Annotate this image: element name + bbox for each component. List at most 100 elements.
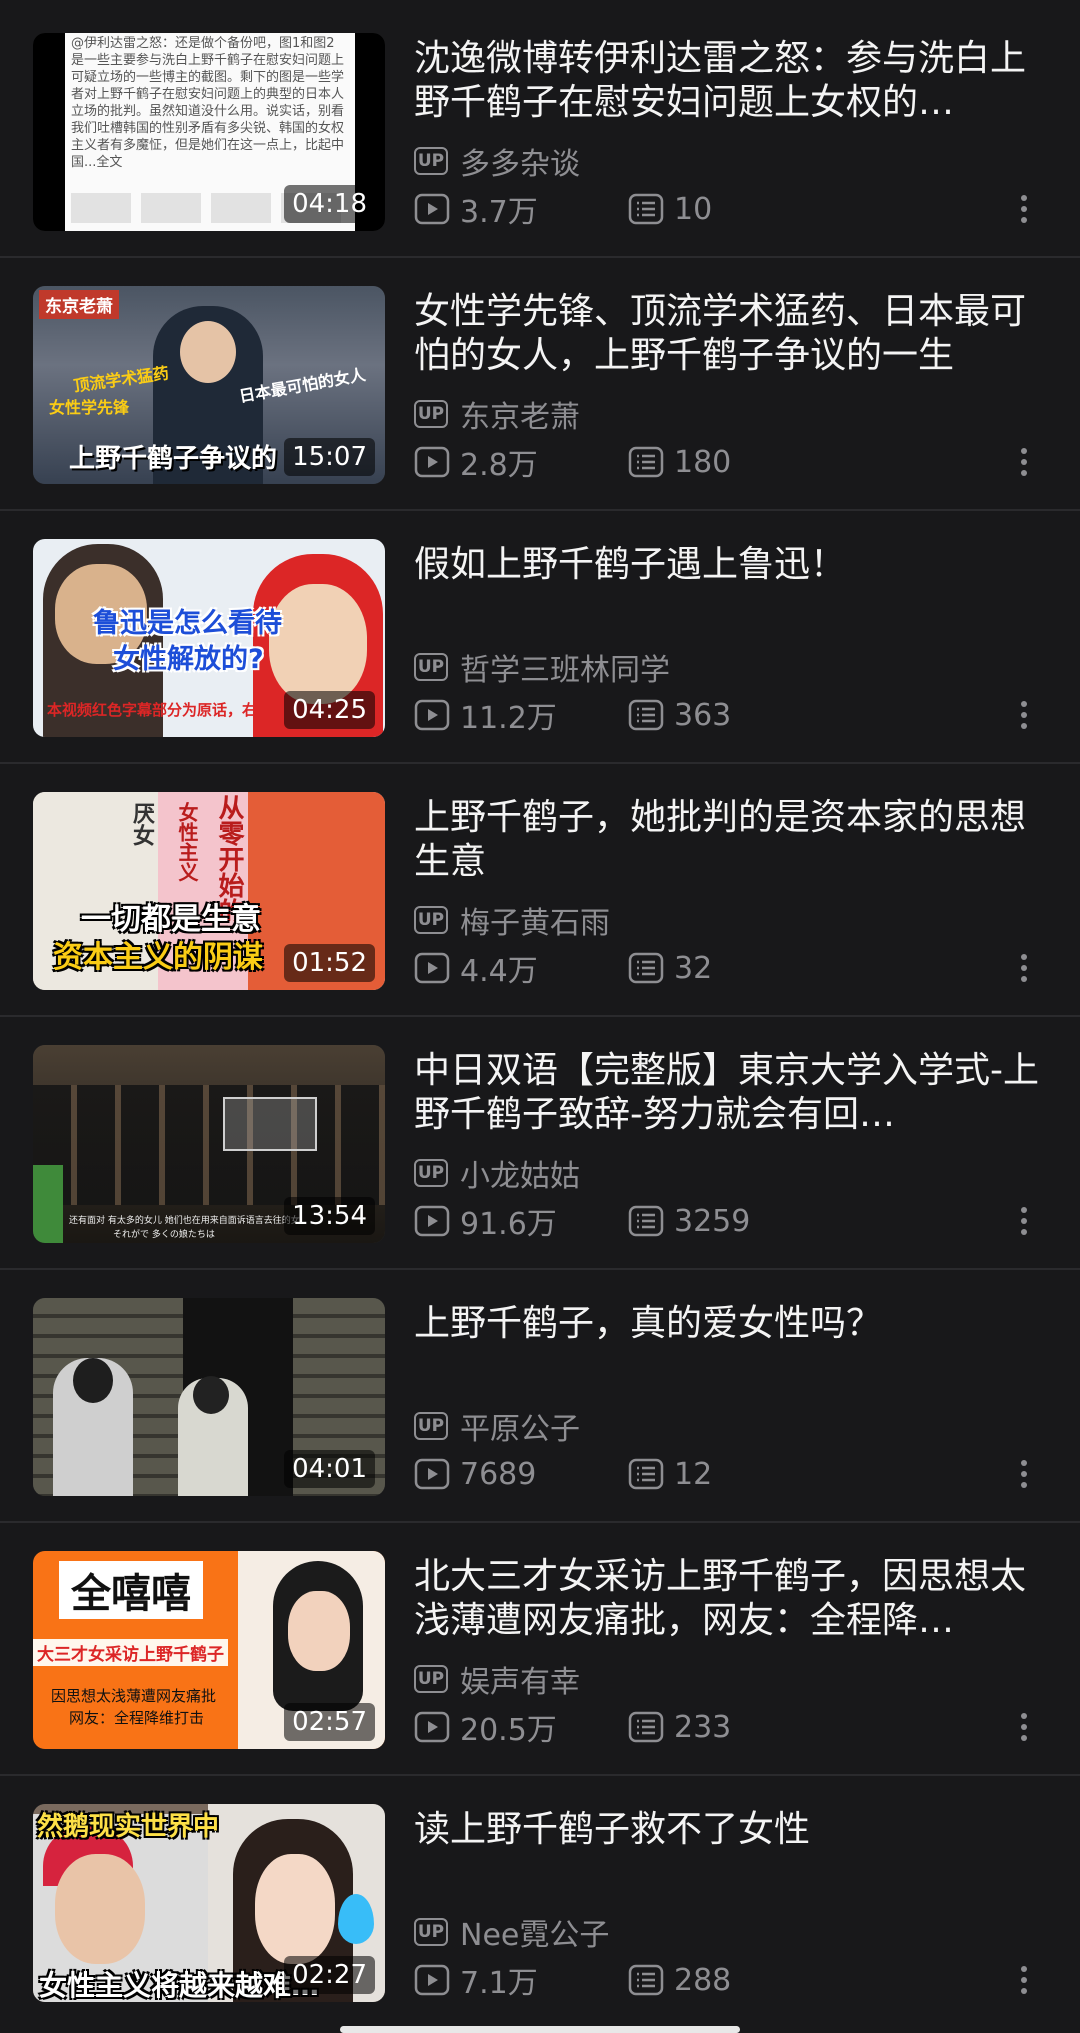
danmaku-count: 363 bbox=[628, 697, 731, 733]
uploader[interactable]: UP 娱声有幸 bbox=[414, 1661, 580, 1700]
video-title[interactable]: 中日双语【完整版】東京大学入学式-上野千鹤子致辞-努力就会有回… bbox=[414, 1049, 1044, 1137]
video-stats: 2.8万 180 bbox=[414, 444, 731, 483]
more-vertical-icon[interactable] bbox=[1012, 444, 1036, 480]
play-count-icon bbox=[414, 1711, 450, 1743]
danmaku-count: 32 bbox=[628, 950, 712, 986]
video-duration: 13:54 bbox=[284, 1197, 375, 1235]
play-count-icon bbox=[414, 193, 450, 225]
video-title[interactable]: 假如上野千鹤子遇上鲁迅！ bbox=[414, 543, 1044, 587]
video-stats: 20.5万 233 bbox=[414, 1709, 731, 1748]
video-item[interactable]: 然鹅现实世界中 女性主义将越来越难… 02:27 读上野千鹤子救不了女性 UP … bbox=[0, 1771, 1080, 2024]
video-duration: 02:27 bbox=[284, 1956, 375, 1994]
video-duration: 02:57 bbox=[284, 1703, 375, 1741]
video-thumbnail[interactable]: 全嘻嘻 大三才女采访上野千鹤子 因思想太浅薄遭网友痛批 网友：全程降维打击 02… bbox=[33, 1551, 385, 1749]
video-thumbnail[interactable]: 然鹅现实世界中 女性主义将越来越难… 02:27 bbox=[33, 1804, 385, 2002]
thumbnail-text: 女性解放的? bbox=[113, 644, 264, 675]
video-item[interactable]: 还有面对 有太多的女儿 她们也在用来自面诉语言去往的女 それがで 多くの娘たちは… bbox=[0, 1012, 1080, 1265]
danmaku-icon bbox=[628, 193, 664, 225]
more-vertical-icon[interactable] bbox=[1012, 1709, 1036, 1745]
uploader-name: 哲学三班林同学 bbox=[460, 653, 670, 688]
video-thumbnail[interactable]: 鲁迅是怎么看待 女性解放的? 本视频红色字幕部分为原话，右 04:25 bbox=[33, 539, 385, 737]
more-vertical-icon[interactable] bbox=[1012, 191, 1036, 227]
more-vertical-icon[interactable] bbox=[1012, 950, 1036, 986]
danmaku-icon bbox=[628, 1205, 664, 1237]
play-count-icon bbox=[414, 1458, 450, 1490]
video-title[interactable]: 沈逸微博转伊利达雷之怒：参与洗白上野千鹤子在慰安妇问题上女权的… bbox=[414, 37, 1044, 125]
thumbnail-text: 网友：全程降维打击 bbox=[69, 1709, 205, 1727]
video-title[interactable]: 读上野千鹤子救不了女性 bbox=[414, 1808, 1044, 1852]
video-item[interactable]: 04:01 上野千鹤子，真的爱女性吗？ UP 平原公子 7689 12 bbox=[0, 1265, 1080, 1518]
thumbnail-text: 大三才女采访上野千鹤子 bbox=[33, 1639, 228, 1666]
video-thumbnail[interactable]: 厌女 女性主义 从零开始的 一切都是生意 资本主义的阴谋 01:52 bbox=[33, 792, 385, 990]
video-thumbnail[interactable]: 东京老萧 顶流学术猛药 女性学先锋 日本最可怕的女人 上野千鹤子争议的 15:0… bbox=[33, 286, 385, 484]
uploader[interactable]: UP 多多杂谈 bbox=[414, 143, 580, 182]
play-count-icon bbox=[414, 446, 450, 478]
view-count: 20.5万 bbox=[414, 1705, 557, 1749]
view-count: 2.8万 bbox=[414, 440, 538, 484]
thumbnail-text: 东京老萧 bbox=[39, 290, 119, 319]
video-item[interactable]: @伊利达雷之怒：还是做个备份吧，图1和图2是一些主要参与洗白上野千鹤子在慰安妇问… bbox=[0, 0, 1080, 253]
video-thumbnail[interactable]: 还有面对 有太多的女儿 她们也在用来自面诉语言去往的女 それがで 多くの娘たちは… bbox=[33, 1045, 385, 1243]
video-duration: 04:18 bbox=[284, 185, 375, 223]
uploader[interactable]: UP 梅子黄石雨 bbox=[414, 902, 610, 941]
danmaku-count: 3259 bbox=[628, 1203, 750, 1239]
video-item[interactable]: 鲁迅是怎么看待 女性解放的? 本视频红色字幕部分为原话，右 04:25 假如上野… bbox=[0, 506, 1080, 759]
uploader[interactable]: UP 东京老萧 bbox=[414, 396, 580, 435]
video-stats: 91.6万 3259 bbox=[414, 1203, 750, 1242]
danmaku-count: 12 bbox=[628, 1456, 712, 1492]
thumbnail-text: @伊利达雷之怒：还是做个备份吧，图1和图2是一些主要参与洗白上野千鹤子在慰安妇问… bbox=[71, 36, 345, 170]
thumbnail-text: 资本主义的阴谋 bbox=[53, 940, 263, 975]
video-thumbnail[interactable]: 04:01 bbox=[33, 1298, 385, 1496]
home-indicator[interactable] bbox=[340, 2026, 740, 2033]
video-item[interactable]: 全嘻嘻 大三才女采访上野千鹤子 因思想太浅薄遭网友痛批 网友：全程降维打击 02… bbox=[0, 1518, 1080, 1771]
view-count: 7689 bbox=[414, 1457, 536, 1492]
video-stats: 7689 12 bbox=[414, 1456, 712, 1492]
video-stats: 3.7万 10 bbox=[414, 191, 712, 230]
video-title[interactable]: 上野千鹤子，真的爱女性吗？ bbox=[414, 1302, 1044, 1346]
play-count-icon bbox=[414, 699, 450, 731]
video-title[interactable]: 上野千鹤子，她批判的是资本家的思想生意 bbox=[414, 796, 1044, 884]
danmaku-count: 288 bbox=[628, 1962, 731, 1998]
more-vertical-icon[interactable] bbox=[1012, 697, 1036, 733]
play-count-icon bbox=[414, 952, 450, 984]
thumbnail-text: 鲁迅是怎么看待 bbox=[93, 608, 282, 639]
video-title[interactable]: 女性学先锋、顶流学术猛药、日本最可怕的女人，上野千鹤子争议的一生 bbox=[414, 290, 1044, 378]
thumbnail-text: 还有面对 有太多的女儿 她们也在用来自面诉语言去往的女 bbox=[69, 1216, 300, 1226]
danmaku-icon bbox=[628, 952, 664, 984]
video-stats: 11.2万 363 bbox=[414, 697, 731, 736]
uploader-name: Nee霓公子 bbox=[460, 1918, 610, 1953]
up-badge-icon: UP bbox=[414, 653, 448, 681]
uploader-name: 平原公子 bbox=[460, 1412, 580, 1447]
video-duration: 04:25 bbox=[284, 691, 375, 729]
video-title[interactable]: 北大三才女采访上野千鹤子，因思想太浅薄遭网友痛批，网友：全程降… bbox=[414, 1555, 1044, 1643]
thumbnail-text: 厌女 bbox=[129, 802, 154, 846]
uploader-name: 梅子黄石雨 bbox=[460, 906, 610, 941]
thumbnail-text: 然鹅现实世界中 bbox=[37, 1812, 220, 1842]
up-badge-icon: UP bbox=[414, 1918, 448, 1946]
danmaku-count: 233 bbox=[628, 1709, 731, 1745]
video-stats: 4.4万 32 bbox=[414, 950, 712, 989]
up-badge-icon: UP bbox=[414, 400, 448, 428]
view-count: 4.4万 bbox=[414, 946, 538, 990]
video-item[interactable]: 东京老萧 顶流学术猛药 女性学先锋 日本最可怕的女人 上野千鹤子争议的 15:0… bbox=[0, 253, 1080, 506]
up-badge-icon: UP bbox=[414, 1665, 448, 1693]
uploader-name: 娱声有幸 bbox=[460, 1665, 580, 1700]
uploader[interactable]: UP 平原公子 bbox=[414, 1408, 580, 1447]
video-item[interactable]: 厌女 女性主义 从零开始的 一切都是生意 资本主义的阴谋 01:52 上野千鹤子… bbox=[0, 759, 1080, 1012]
video-thumbnail[interactable]: @伊利达雷之怒：还是做个备份吧，图1和图2是一些主要参与洗白上野千鹤子在慰安妇问… bbox=[33, 33, 385, 231]
uploader[interactable]: UP 哲学三班林同学 bbox=[414, 649, 670, 688]
more-vertical-icon[interactable] bbox=[1012, 1456, 1036, 1492]
view-count: 91.6万 bbox=[414, 1199, 557, 1243]
danmaku-icon bbox=[628, 446, 664, 478]
more-vertical-icon[interactable] bbox=[1012, 1962, 1036, 1998]
uploader[interactable]: UP 小龙姑姑 bbox=[414, 1155, 580, 1194]
video-duration: 15:07 bbox=[284, 438, 375, 476]
uploader[interactable]: UP Nee霓公子 bbox=[414, 1914, 609, 1953]
thumbnail-text: 本视频红色字幕部分为原话，右 bbox=[47, 701, 258, 719]
up-badge-icon: UP bbox=[414, 147, 448, 175]
more-vertical-icon[interactable] bbox=[1012, 1203, 1036, 1239]
danmaku-icon bbox=[628, 1964, 664, 1996]
up-badge-icon: UP bbox=[414, 906, 448, 934]
view-count: 3.7万 bbox=[414, 187, 538, 231]
danmaku-icon bbox=[628, 1458, 664, 1490]
